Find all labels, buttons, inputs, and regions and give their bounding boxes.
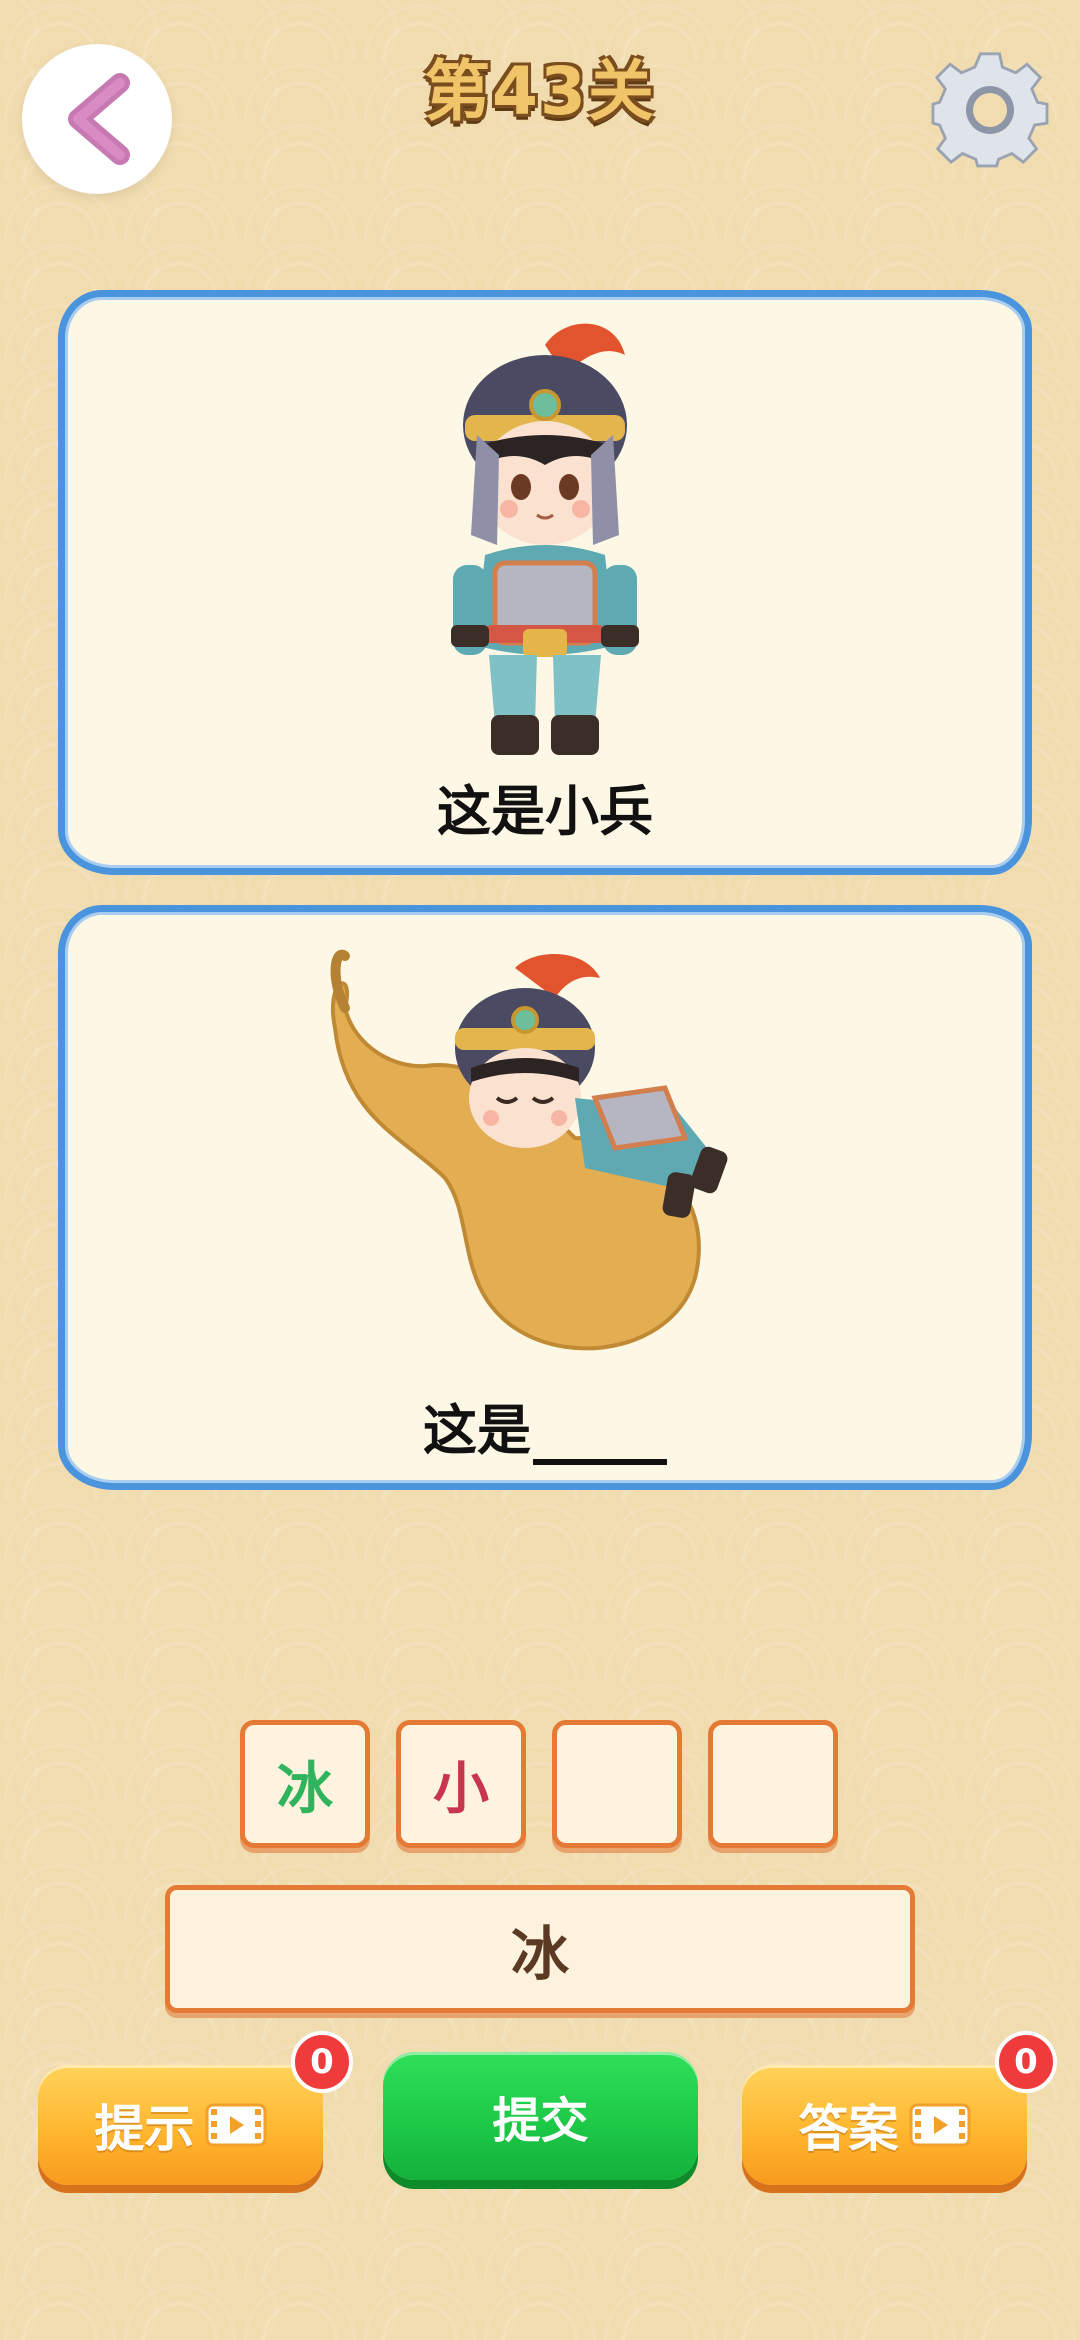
- answer-slot-3[interactable]: [552, 1720, 682, 1848]
- answer-slot-1[interactable]: 冰: [240, 1720, 370, 1848]
- level-title: 第43关: [424, 53, 656, 130]
- answer-button[interactable]: 答案 0: [742, 2031, 1057, 2185]
- hint-label: 提示: [94, 2100, 195, 2158]
- video-icon: [909, 2103, 970, 2147]
- answer-blank: [533, 1417, 667, 1465]
- answer-label: 答案: [798, 2100, 899, 2158]
- card-caption-1: 这是小兵: [437, 780, 653, 843]
- answer-slot-2[interactable]: 小: [396, 1720, 526, 1848]
- hint-button[interactable]: 提示 0: [38, 2031, 353, 2185]
- picture-card-1: 这是小兵: [58, 290, 1032, 875]
- card-caption-2: 这是: [65, 1386, 1025, 1465]
- candidate-bar: 冰: [165, 1885, 915, 2013]
- settings-button[interactable]: [920, 40, 1060, 180]
- video-icon: [205, 2103, 266, 2147]
- gourd-soldier-illustration: [330, 949, 728, 1351]
- soldier-illustration: [451, 323, 639, 755]
- caption-prefix: 这是: [423, 1399, 531, 1462]
- candidate-char[interactable]: 冰: [511, 1907, 569, 1991]
- answer-count-badge: 0: [995, 2031, 1057, 2093]
- picture-card-2: 这是: [58, 905, 1032, 1490]
- answer-slot-4[interactable]: [708, 1720, 838, 1848]
- gear-icon: [931, 52, 1049, 168]
- submit-button[interactable]: 提交: [383, 2052, 698, 2180]
- hint-count-badge: 0: [291, 2031, 353, 2093]
- answer-slots: 冰 小: [240, 1720, 840, 1850]
